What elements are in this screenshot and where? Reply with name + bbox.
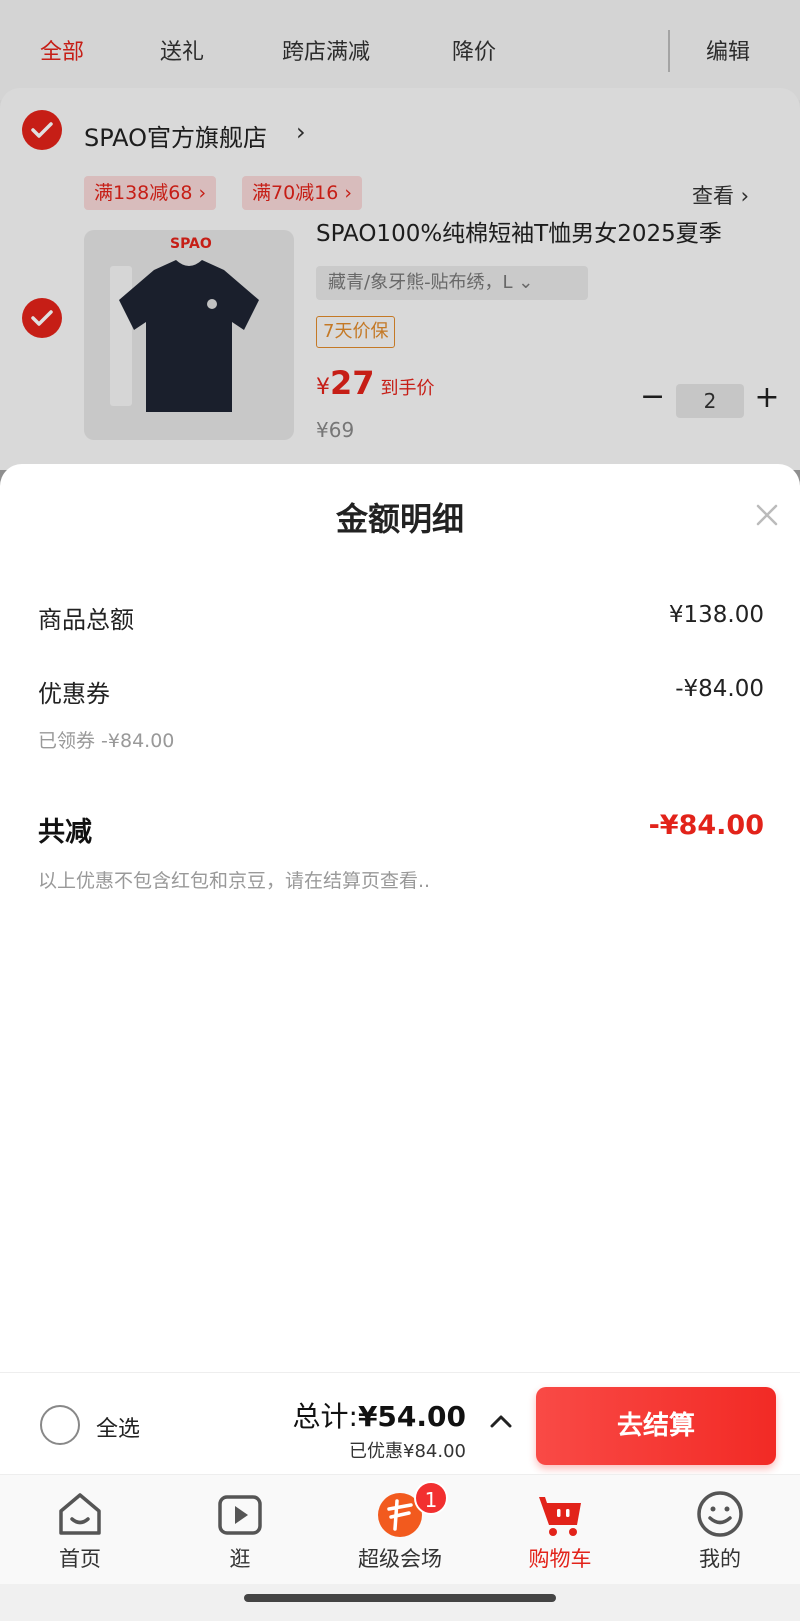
price-currency: ¥ xyxy=(316,375,330,400)
store-card: SPAO官方旗舰店 › 满138减68 › 满70减16 › 查看 › SPAO… xyxy=(0,88,800,470)
sum-prefix: 总计: xyxy=(292,1400,358,1433)
store-name[interactable]: SPAO官方旗舰店 xyxy=(84,118,267,153)
quantity-increase-button[interactable]: + xyxy=(754,383,780,414)
variant-selector[interactable]: 藏青/象牙熊-贴布绣，L ⌄ xyxy=(316,266,588,300)
home-indicator[interactable] xyxy=(244,1594,556,1602)
quantity-input[interactable]: 2 xyxy=(676,384,744,418)
checkmark-icon xyxy=(31,310,53,326)
price-value: 27 xyxy=(330,364,375,402)
sum-value: ¥54.00 xyxy=(357,1400,466,1433)
bottom-navigation: 首页 逛 1 超级会场 购物车 我的 xyxy=(0,1474,800,1584)
nav-label: 购物车 xyxy=(528,1547,592,1571)
subtotal-value: ¥138.00 xyxy=(668,602,764,628)
tab-cross-store-discount[interactable]: 跨店满减 xyxy=(282,34,370,66)
product-thumbnail[interactable]: SPAO xyxy=(84,230,294,440)
nav-label: 我的 xyxy=(699,1547,741,1571)
chevron-up-icon[interactable] xyxy=(488,1411,514,1431)
cart-tab-bar: 全部 送礼 跨店满减 降价 编辑 xyxy=(0,0,800,100)
tab-gift[interactable]: 送礼 xyxy=(160,34,204,66)
quantity-decrease-button[interactable]: − xyxy=(640,382,665,414)
nav-label: 超级会场 xyxy=(358,1547,442,1571)
close-icon[interactable] xyxy=(752,500,782,530)
tshirt-image xyxy=(119,260,259,412)
home-indicator-area xyxy=(0,1584,800,1621)
original-price: ¥69 xyxy=(316,418,355,442)
tab-price-drop[interactable]: 降价 xyxy=(452,34,496,66)
nav-browse[interactable]: 逛 xyxy=(160,1475,320,1585)
nav-label: 首页 xyxy=(59,1547,101,1571)
checkout-bar: 全选 总计:¥54.00 已优惠¥84.00 去结算 xyxy=(0,1372,800,1474)
total-sum: 总计:¥54.00 xyxy=(293,1395,467,1435)
coupon-claimed: 已领券 -¥84.00 xyxy=(38,730,175,752)
edit-button[interactable]: 编辑 xyxy=(706,34,750,66)
checkmark-icon xyxy=(31,122,53,138)
nav-super-venue[interactable]: 1 超级会场 xyxy=(320,1475,480,1585)
promo-tag[interactable]: 满70减16 › xyxy=(242,176,362,210)
price-tip: 到手价 xyxy=(380,378,435,399)
price-protect-badge: 7天价保 xyxy=(316,316,396,348)
checkout-button[interactable]: 去结算 xyxy=(536,1387,776,1465)
chevron-right-icon[interactable]: › xyxy=(296,118,306,146)
notification-badge: 1 xyxy=(414,1481,448,1515)
tab-all[interactable]: 全部 xyxy=(40,34,84,66)
store-checkbox[interactable] xyxy=(22,110,62,150)
coupon-value: -¥84.00 xyxy=(675,676,764,702)
promo-tag[interactable]: 满138减68 › xyxy=(84,176,217,210)
select-all-checkbox[interactable] xyxy=(40,1405,80,1445)
final-price: ¥27 到手价 xyxy=(316,364,435,402)
total-discount-label: 共减 xyxy=(38,817,92,848)
discount-note: 以上优惠不包含红包和京豆，请在结算页查看.. xyxy=(38,870,431,892)
tab-divider xyxy=(668,30,670,72)
profile-smile-icon xyxy=(697,1491,743,1537)
sheet-title: 金额明细 xyxy=(335,500,464,538)
cart-page-background: 全部 送礼 跨店满减 降价 编辑 SPAO官方旗舰店 › 满138减68 › 满… xyxy=(0,0,800,470)
nav-profile[interactable]: 我的 xyxy=(640,1475,800,1585)
home-icon xyxy=(59,1493,101,1535)
nav-label: 逛 xyxy=(229,1547,251,1571)
saved-amount: 已优惠¥84.00 xyxy=(349,1441,466,1462)
video-play-icon xyxy=(218,1495,262,1535)
select-all-label[interactable]: 全选 xyxy=(96,1411,140,1443)
subtotal-label: 商品总额 xyxy=(38,606,134,634)
coupon-label: 优惠券 xyxy=(38,680,110,708)
nav-home[interactable]: 首页 xyxy=(0,1475,160,1585)
total-discount-value: -¥84.00 xyxy=(648,810,764,841)
cart-icon xyxy=(539,1497,581,1536)
view-more-link[interactable]: 查看 › xyxy=(692,180,749,210)
item-checkbox[interactable] xyxy=(22,298,62,338)
product-title[interactable]: SPAO100%纯棉短袖T恤男女2025夏季 xyxy=(316,214,786,248)
nav-cart[interactable]: 购物车 xyxy=(480,1475,640,1585)
